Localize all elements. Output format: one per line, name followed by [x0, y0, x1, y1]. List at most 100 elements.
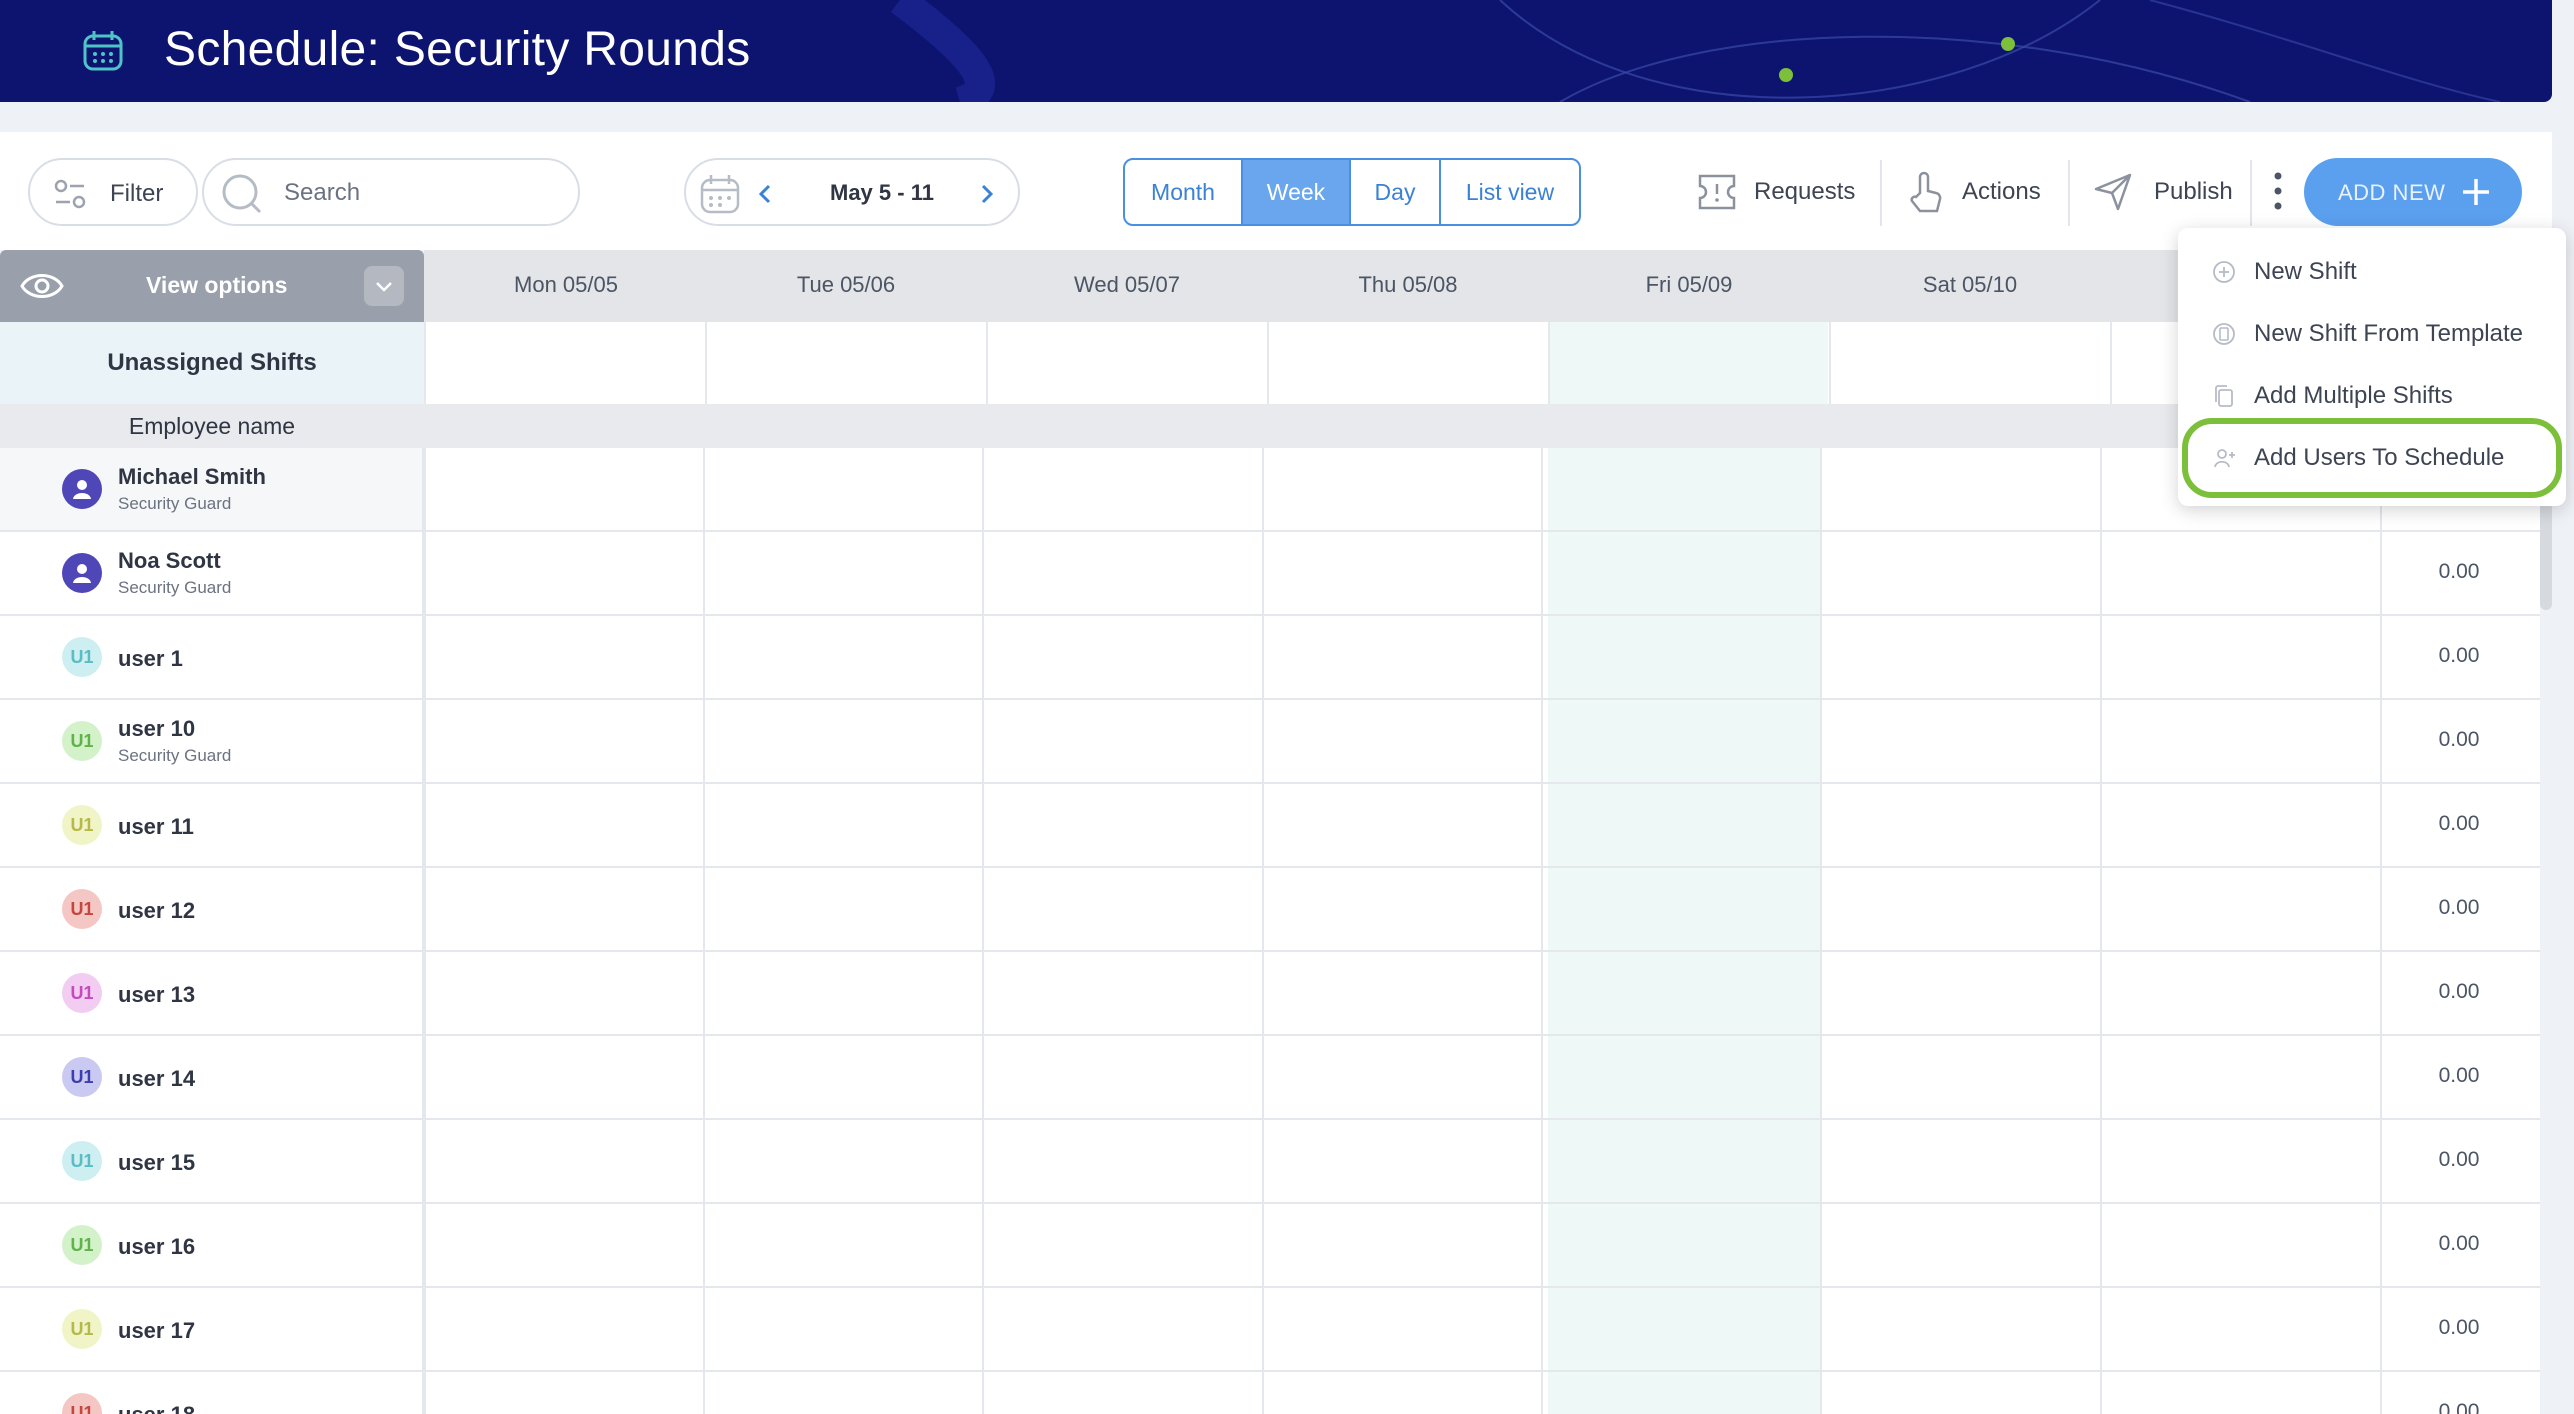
highlight-annotation: [2182, 418, 2562, 498]
toolbar-divider: [1880, 160, 1882, 226]
table-row[interactable]: U1 user 15 0.00: [0, 1120, 2540, 1204]
table-row[interactable]: Michael Smith Security Guard: [0, 448, 2540, 532]
avatar: [62, 553, 102, 593]
user-icon: [73, 564, 91, 583]
view-options-label: View options: [146, 272, 288, 298]
plus-circle-icon: [2213, 261, 2235, 283]
paper-plane-icon: [2094, 173, 2132, 211]
menu-item-label: Add Multiple Shifts: [2254, 382, 2453, 409]
avatar: U1: [62, 721, 102, 761]
column-divider: [1829, 322, 1831, 404]
employee-cell[interactable]: U1 user 14: [0, 1036, 424, 1118]
table-row[interactable]: U1 user 18 0.00: [0, 1372, 2540, 1414]
table-row[interactable]: U1 user 12 0.00: [0, 868, 2540, 952]
weekly-hours: 0.00: [2438, 1148, 2480, 1171]
actions-button[interactable]: Actions: [1906, 168, 2041, 216]
day-header-mon: Mon 05/05: [514, 272, 618, 297]
weekly-hours: 0.00: [2438, 980, 2480, 1003]
employee-name: user 11: [118, 814, 194, 839]
employee-role: Security Guard: [118, 494, 232, 513]
filter-label: Filter: [110, 180, 164, 207]
employee-rows: Michael Smith Security Guard Noa Scott S…: [0, 448, 2540, 1414]
publish-button[interactable]: Publish: [2092, 168, 2233, 216]
employee-cell[interactable]: U1 user 18: [0, 1372, 424, 1414]
date-picker-icon[interactable]: [698, 172, 742, 216]
menu-item-new-shift-from-template[interactable]: New Shift From Template: [2212, 310, 2552, 358]
template-icon: [2213, 323, 2235, 345]
employee-cell[interactable]: U1 user 10 Security Guard: [0, 700, 424, 782]
weekly-hours: 0.00: [2438, 896, 2480, 919]
plus-icon: [2463, 179, 2489, 205]
employee-name: user 10: [118, 716, 196, 741]
table-row[interactable]: U1 user 17 0.00: [0, 1288, 2540, 1372]
avatar: U1: [62, 1057, 102, 1097]
avatar: U1: [62, 1225, 102, 1265]
weekly-hours: 0.00: [2438, 644, 2480, 667]
avatar: U1: [62, 1141, 102, 1181]
employee-name: user 16: [118, 1234, 196, 1259]
table-row[interactable]: U1 user 16 0.00: [0, 1204, 2540, 1288]
column-divider: [1548, 322, 1550, 404]
more-options-icon[interactable]: [2268, 168, 2288, 214]
search-icon: [222, 174, 262, 214]
actions-label: Actions: [1962, 178, 2041, 205]
next-week-chevron-icon[interactable]: [976, 182, 996, 206]
employee-cell[interactable]: U1 user 13: [0, 952, 424, 1034]
employee-cell[interactable]: U1 user 1: [0, 616, 424, 698]
employee-name: user 14: [118, 1066, 196, 1091]
employee-role: Security Guard: [118, 578, 232, 597]
search-box[interactable]: [202, 158, 580, 226]
employee-cell[interactable]: U1 user 12: [0, 868, 424, 950]
menu-item-new-shift[interactable]: New Shift: [2212, 248, 2552, 296]
menu-item-label: New Shift From Template: [2254, 320, 2523, 347]
employee-cell[interactable]: U1 user 11: [0, 784, 424, 866]
employee-cell[interactable]: Noa Scott Security Guard: [0, 532, 424, 614]
add-new-button[interactable]: ADD NEW: [2304, 158, 2522, 226]
search-input[interactable]: [282, 174, 566, 212]
menu-item-add-multiple-shifts[interactable]: Add Multiple Shifts: [2212, 372, 2552, 420]
avatar: [62, 469, 102, 509]
requests-label: Requests: [1754, 178, 1856, 205]
view-options-dropdown-toggle[interactable]: [364, 266, 404, 306]
employee-name-header: Employee name: [128, 412, 296, 439]
prev-week-chevron-icon[interactable]: [756, 182, 776, 206]
employee-name: user 15: [118, 1150, 196, 1175]
chevron-down-icon: [376, 282, 392, 292]
toolbar-divider: [2250, 160, 2252, 226]
weekly-hours: 0.00: [2438, 812, 2480, 835]
column-divider: [424, 322, 426, 404]
table-row[interactable]: U1 user 10 Security Guard 0.00: [0, 700, 2540, 784]
view-week-tab[interactable]: Week: [1243, 160, 1351, 224]
table-row[interactable]: U1 user 14 0.00: [0, 1036, 2540, 1120]
toolbar-divider: [2068, 160, 2070, 226]
hand-pointer-icon: [1910, 171, 1942, 213]
table-row[interactable]: U1 user 13 0.00: [0, 952, 2540, 1036]
view-month-tab[interactable]: Month: [1125, 160, 1243, 224]
employee-name: user 18: [118, 1402, 195, 1414]
table-row[interactable]: U1 user 11 0.00: [0, 784, 2540, 868]
column-divider: [705, 322, 707, 404]
employee-cell[interactable]: U1 user 16: [0, 1204, 424, 1286]
column-divider: [1267, 322, 1269, 404]
employee-cell[interactable]: U1 user 17: [0, 1288, 424, 1370]
filter-button[interactable]: Filter: [28, 158, 198, 226]
date-range-navigator: May 5 - 11: [684, 158, 1020, 226]
avatar: U1: [62, 805, 102, 845]
weekly-hours: 0.00: [2438, 1316, 2480, 1339]
view-day-tab[interactable]: Day: [1351, 160, 1441, 224]
avatar: U1: [62, 1309, 102, 1349]
user-icon: [73, 480, 91, 499]
table-row[interactable]: U1 user 1 0.00: [0, 616, 2540, 700]
table-row[interactable]: Noa Scott Security Guard 0.00: [0, 532, 2540, 616]
weekly-hours: 0.00: [2438, 728, 2480, 751]
requests-button[interactable]: Requests: [1694, 168, 1855, 216]
employee-cell[interactable]: U1 user 15: [0, 1120, 424, 1202]
employee-cell[interactable]: Michael Smith Security Guard: [0, 448, 424, 530]
date-range-label: May 5 - 11: [830, 180, 934, 205]
view-list-tab[interactable]: List view: [1441, 160, 1579, 224]
publish-label: Publish: [2154, 178, 2233, 205]
view-options-button[interactable]: View options: [0, 250, 424, 322]
menu-item-label: New Shift: [2254, 258, 2357, 285]
column-divider: [986, 322, 988, 404]
weekly-hours: 0.00: [2438, 1232, 2480, 1255]
